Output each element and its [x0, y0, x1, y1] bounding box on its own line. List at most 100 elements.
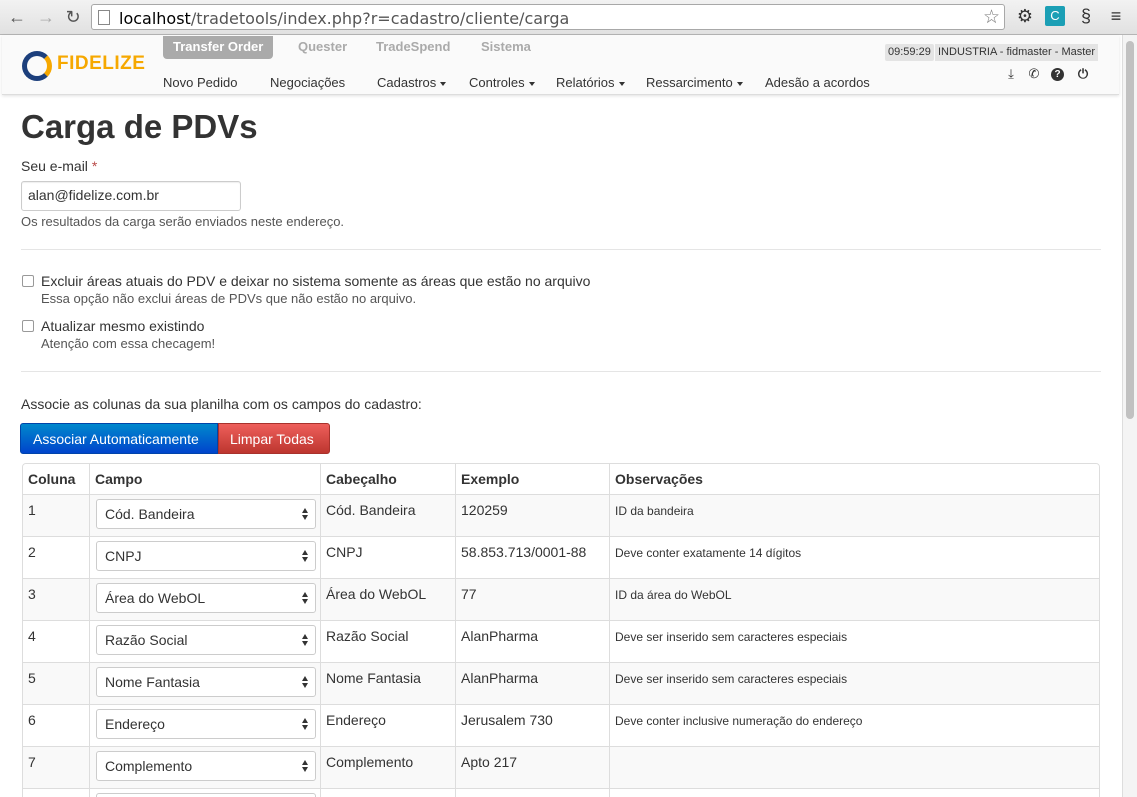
email-help-text: Os resultados da carga serão enviados ne… — [21, 214, 345, 229]
campo-select[interactable]: Razão Social — [96, 625, 316, 655]
cell-observacoes — [609, 789, 1099, 797]
campo-select-value: Razão Social — [105, 632, 188, 648]
clear-all-button[interactable]: Limpar Todas — [218, 423, 330, 454]
table-row: 4 Razão Social Razão Social AlanPharma Deve … — [23, 620, 1099, 662]
module-tab-transfer-order[interactable]: Transfer Order — [163, 36, 274, 59]
cell-coluna — [23, 789, 89, 797]
header-cabecalho: Cabeçalho — [320, 464, 455, 494]
menu-relatorios[interactable]: Relatórios — [556, 75, 625, 90]
cell-exemplo — [455, 789, 609, 797]
module-tab-quester[interactable]: Quester — [288, 36, 357, 59]
select-arrows-icon — [302, 633, 309, 647]
table-row: 5 Nome Fantasia Nome Fantasia AlanPharma Dev… — [23, 662, 1099, 704]
cell-observacoes — [609, 747, 1099, 788]
select-arrows-icon — [302, 717, 309, 731]
menu-icon[interactable]: ≡ — [1106, 6, 1126, 26]
campo-select-value: Endereço — [105, 716, 165, 732]
menu-controles[interactable]: Controles — [469, 75, 535, 90]
page-icon — [98, 10, 110, 25]
update-existing-checkbox[interactable] — [22, 320, 34, 332]
extension-c-icon[interactable]: C — [1045, 6, 1065, 26]
associate-automatically-button[interactable]: Associar Automaticamente — [20, 423, 218, 454]
campo-select-value: CNPJ — [105, 548, 142, 564]
cell-exemplo: 77 — [455, 579, 609, 620]
cell-observacoes: Deve ser inserido sem caracteres especia… — [609, 621, 1099, 662]
header-campo: Campo — [89, 464, 320, 494]
bookmark-star-icon[interactable]: ☆ — [983, 6, 1000, 29]
menu-ressarcimento[interactable]: Ressarcimento — [646, 75, 743, 90]
cell-campo — [89, 789, 320, 797]
cell-cabecalho — [320, 789, 455, 797]
module-tab-sistema[interactable]: Sistema — [471, 36, 541, 59]
menu-negociacoes[interactable]: Negociações — [270, 75, 345, 90]
phone-icon[interactable]: ✆ — [1026, 66, 1042, 82]
app-navbar: FIDELIZE Transfer Order Quester TradeSpe… — [2, 35, 1119, 95]
header-coluna: Coluna — [28, 471, 76, 487]
cell-observacoes: Deve ser inserido sem caracteres especia… — [609, 663, 1099, 704]
address-bar[interactable]: localhost/tradetools/index.php?r=cadastr… — [91, 4, 1005, 30]
exclude-areas-label[interactable]: Excluir áreas atuais do PDV e deixar no … — [41, 273, 590, 289]
table-row: 2 CNPJ CNPJ 58.853.713/0001-88 Deve conter e… — [23, 536, 1099, 578]
cell-exemplo: 120259 — [455, 495, 609, 536]
cell-coluna: 1 — [28, 502, 36, 518]
campo-select[interactable]: Cód. Bandeira — [96, 499, 316, 529]
exclude-areas-checkbox[interactable] — [22, 275, 34, 287]
fidelize-logo[interactable]: FIDELIZE — [22, 49, 145, 81]
extension-s-icon[interactable]: § — [1076, 6, 1096, 26]
cell-observacoes: Deve conter exatamente 14 dígitos — [609, 537, 1099, 578]
email-label: Seu e-mail * — [21, 158, 98, 174]
gear-icon[interactable]: ⚙ — [1015, 6, 1035, 26]
caret-down-icon — [736, 81, 743, 86]
page-scrollbar[interactable] — [1122, 35, 1137, 797]
download-icon[interactable]: ⤓ — [1003, 66, 1019, 82]
menu-adesao-acordos[interactable]: Adesão a acordos — [765, 75, 870, 90]
table-row — [23, 788, 1099, 797]
campo-select[interactable] — [96, 793, 316, 797]
campo-select[interactable]: Endereço — [96, 709, 316, 739]
module-tab-tradespend[interactable]: TradeSpend — [366, 36, 460, 59]
cell-coluna: 3 — [28, 586, 36, 602]
email-field[interactable]: alan@fidelize.com.br — [21, 181, 241, 211]
menu-cadastros[interactable]: Cadastros — [377, 75, 447, 90]
power-icon[interactable]: ⏻ — [1075, 66, 1091, 82]
cell-campo: CNPJ — [89, 537, 320, 578]
cell-coluna: 5 — [28, 670, 36, 686]
cell-observacoes: ID da área do WebOL — [609, 579, 1099, 620]
help-icon[interactable]: ? — [1051, 68, 1064, 81]
cell-cabecalho: Complemento — [320, 747, 455, 788]
menu-novo-pedido[interactable]: Novo Pedido — [163, 75, 237, 90]
cell-coluna: 7 — [28, 754, 36, 770]
logo-ring-icon — [22, 51, 52, 81]
cell-cabecalho: Cód. Bandeira — [320, 495, 455, 536]
cell-campo: Razão Social — [89, 621, 320, 662]
reload-icon[interactable]: ↻ — [62, 6, 84, 28]
update-existing-help: Atenção com essa checagem! — [41, 336, 216, 351]
select-arrows-icon — [302, 675, 309, 689]
cell-campo: Complemento — [89, 747, 320, 788]
campo-select[interactable]: Complemento — [96, 751, 316, 781]
campo-select[interactable]: Área do WebOL — [96, 583, 316, 613]
divider — [21, 249, 1101, 250]
cell-cabecalho: CNPJ — [320, 537, 455, 578]
table-header: Coluna Campo Cabeçalho Exemplo Observaçõ… — [23, 464, 1099, 494]
update-existing-label[interactable]: Atualizar mesmo existindo — [41, 318, 204, 334]
caret-down-icon — [440, 81, 447, 86]
scrollbar-thumb[interactable] — [1126, 41, 1134, 419]
caret-down-icon — [618, 81, 625, 86]
table-row: 7 Complemento Complemento Apto 217 — [23, 746, 1099, 788]
cell-campo: Endereço — [89, 705, 320, 746]
campo-select-value: Nome Fantasia — [105, 674, 200, 690]
forward-icon[interactable]: → — [35, 6, 57, 28]
cell-cabecalho: Razão Social — [320, 621, 455, 662]
campo-select[interactable]: CNPJ — [96, 541, 316, 571]
campo-select[interactable]: Nome Fantasia — [96, 667, 316, 697]
cell-coluna: 2 — [28, 544, 36, 560]
back-icon[interactable]: ← — [6, 6, 28, 28]
campo-select-value: Complemento — [105, 758, 193, 774]
cell-observacoes: Deve conter inclusive numeração do ender… — [609, 705, 1099, 746]
browser-toolbar: ← → ↻ localhost/tradetools/index.php?r=c… — [0, 0, 1137, 35]
campo-select-value: Cód. Bandeira — [105, 506, 195, 522]
cell-campo: Nome Fantasia — [89, 663, 320, 704]
cell-cabecalho: Área do WebOL — [320, 579, 455, 620]
cell-cabecalho: Nome Fantasia — [320, 663, 455, 704]
